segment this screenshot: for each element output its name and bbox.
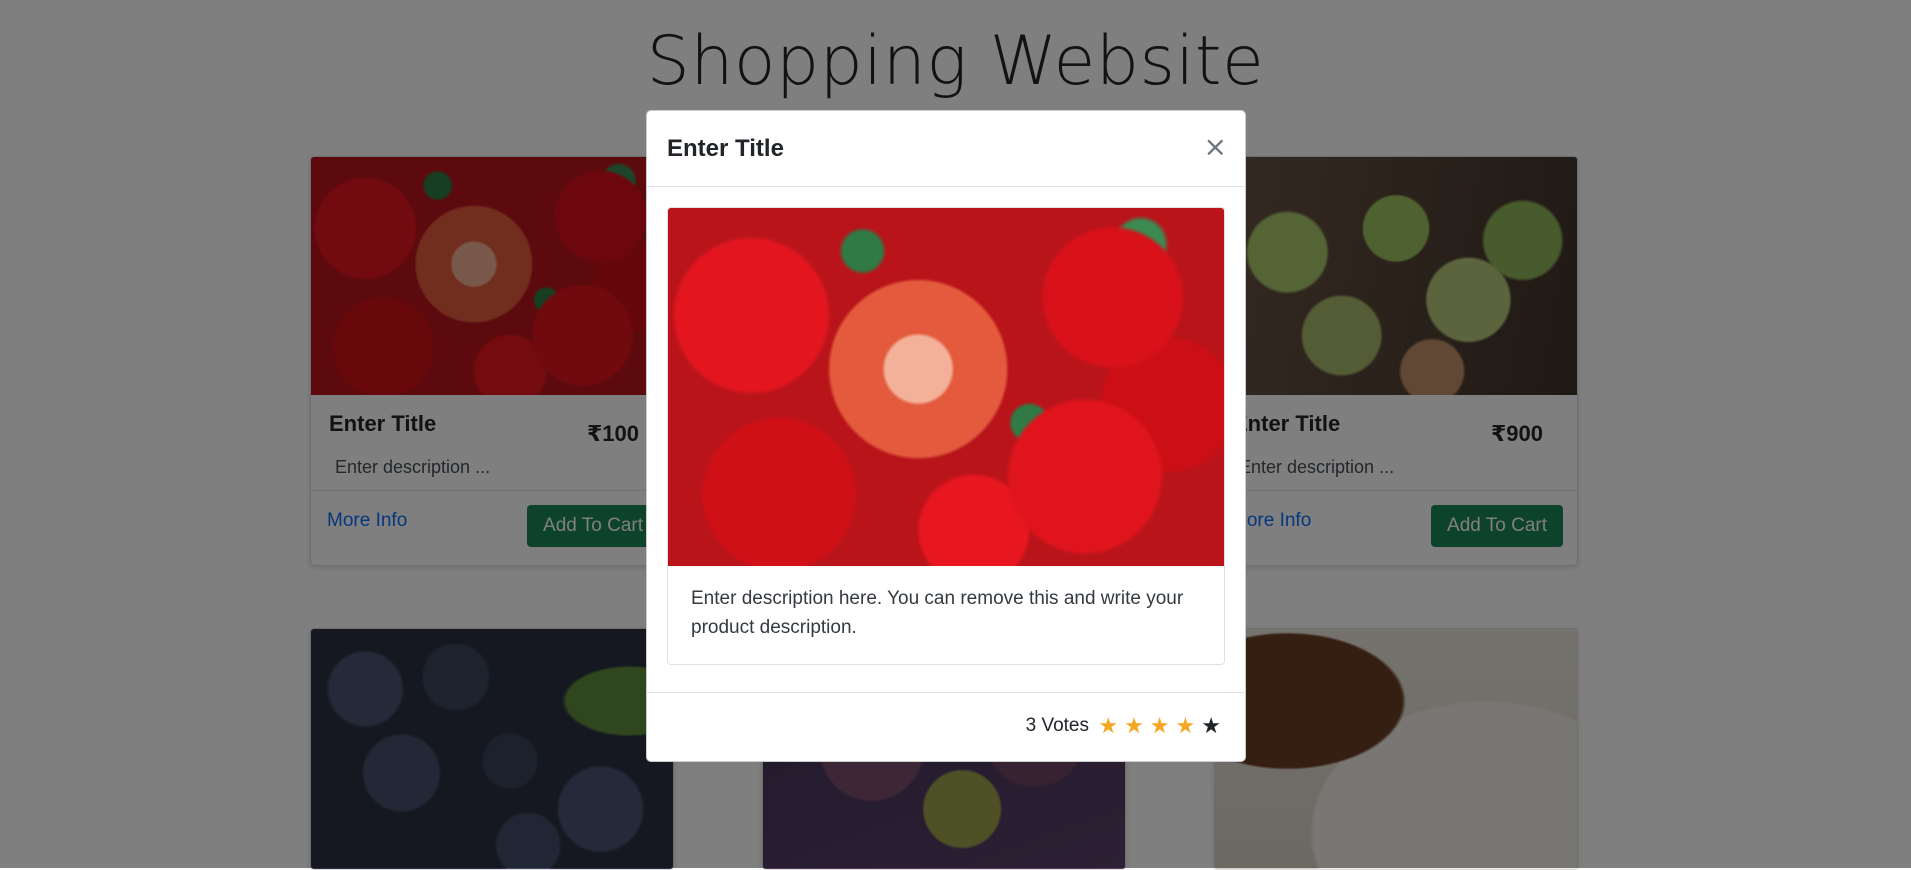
star-icon[interactable]: ★	[1201, 713, 1227, 738]
modal-description: Enter description here. You can remove t…	[691, 588, 1184, 638]
modal-footer: 3 Votes ★★★★★	[647, 692, 1245, 761]
star-icon[interactable]: ★	[1176, 713, 1202, 738]
product-modal: Enter Title × Enter description here. Yo…	[646, 110, 1246, 762]
star-icon[interactable]: ★	[1124, 713, 1150, 738]
modal-product-image	[668, 208, 1224, 566]
close-icon[interactable]: ×	[1204, 133, 1227, 161]
star-icon[interactable]: ★	[1098, 713, 1124, 738]
modal-body: Enter description here. You can remove t…	[647, 187, 1245, 685]
modal-product-card: Enter description here. You can remove t…	[667, 207, 1225, 665]
modal-header: Enter Title ×	[647, 111, 1245, 187]
star-rating[interactable]: ★★★★★	[1098, 713, 1227, 739]
modal-title: Enter Title	[667, 135, 784, 162]
vote-count: 3 Votes	[1025, 715, 1089, 736]
star-icon[interactable]: ★	[1150, 713, 1176, 738]
